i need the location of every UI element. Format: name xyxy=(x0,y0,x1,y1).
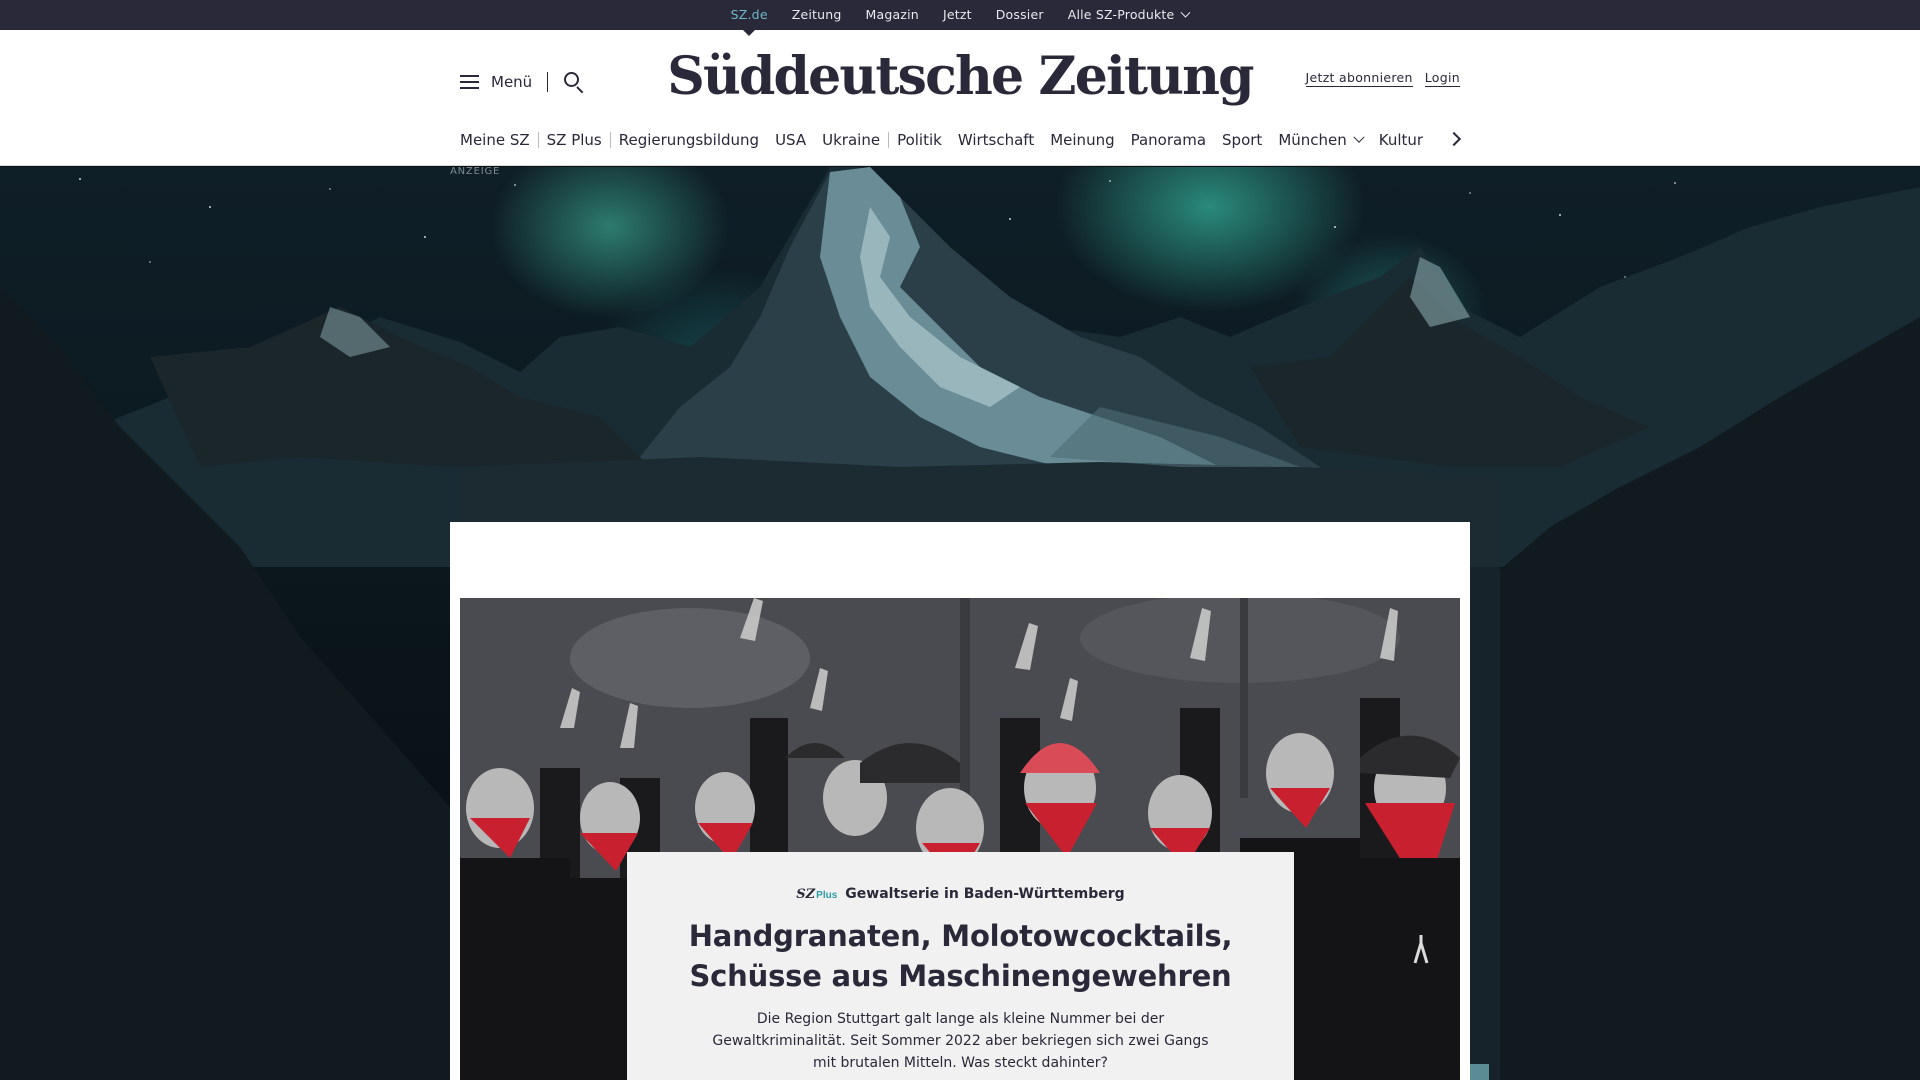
teaser-box[interactable]: SZPlus Gewaltserie in Baden-Württemberg … xyxy=(627,852,1294,1080)
nav-item-sz-plus[interactable]: SZ Plus xyxy=(539,129,610,151)
headline-line-1: Handgranaten, Molotowcocktails, xyxy=(688,919,1233,953)
sz-plus-brand: SZ xyxy=(796,887,816,902)
site-logo[interactable]: Süddeutsche Zeitung xyxy=(0,46,1920,107)
kicker-text: Gewaltserie in Baden-Württemberg xyxy=(845,886,1125,902)
product-bar: SZ.de Zeitung Magazin Jetzt Dossier Alle… xyxy=(0,0,1920,30)
nav-item-muenchen-label: München xyxy=(1278,131,1347,149)
nav-item-meine-sz[interactable]: Meine SZ xyxy=(460,129,538,151)
teaser-kicker: SZPlus Gewaltserie in Baden-Württemberg xyxy=(627,886,1294,902)
products-dropdown-label: Alle SZ-Produkte xyxy=(1067,7,1175,22)
ad-corner-tab[interactable] xyxy=(1470,1064,1489,1080)
nav-item-politik[interactable]: Politik xyxy=(889,129,950,151)
nav-item-regierungsbildung[interactable]: Regierungsbildung xyxy=(611,129,767,151)
teaser-summary: Die Region Stuttgart galt lange als klei… xyxy=(712,1011,1209,1071)
chevron-down-icon xyxy=(1180,7,1191,18)
products-dropdown[interactable]: Alle SZ-Produkte xyxy=(1056,0,1202,30)
nav-item-ukraine[interactable]: Ukraine xyxy=(814,129,888,151)
sz-plus-badge: SZPlus xyxy=(796,887,837,902)
nav-item-muenchen[interactable]: München xyxy=(1270,129,1370,151)
login-link[interactable]: Login xyxy=(1424,70,1460,87)
link-magazin[interactable]: Magazin xyxy=(854,0,931,30)
nav-item-meinung[interactable]: Meinung xyxy=(1042,129,1122,151)
chevron-right-icon[interactable] xyxy=(1446,131,1462,147)
product-links: SZ.de Zeitung Magazin Jetzt Dossier Alle… xyxy=(719,0,1202,30)
nav-item-sport[interactable]: Sport xyxy=(1214,129,1270,151)
nav-item-usa[interactable]: USA xyxy=(767,129,814,151)
link-zeitung[interactable]: Zeitung xyxy=(780,0,854,30)
main-navigation: Meine SZ SZ Plus Regierungsbildung USA U… xyxy=(460,129,1431,151)
ad-label: ANZEIGE xyxy=(450,166,501,177)
sz-plus-label: Plus xyxy=(816,890,838,901)
subscribe-link[interactable]: Jetzt abonnieren xyxy=(1305,70,1413,87)
site-header: Menü Süddeutsche Zeitung Jetzt abonniere… xyxy=(0,30,1920,166)
nav-item-kultur[interactable]: Kultur xyxy=(1371,129,1431,151)
account-links: Jetzt abonnieren Login xyxy=(1305,70,1460,87)
chevron-down-icon xyxy=(1353,131,1365,143)
teaser-headline[interactable]: Handgranaten, Molotowcocktails, Schüsse … xyxy=(627,916,1294,996)
link-sz-de[interactable]: SZ.de xyxy=(719,0,780,30)
nav-item-wirtschaft[interactable]: Wirtschaft xyxy=(950,129,1042,151)
link-jetzt[interactable]: Jetzt xyxy=(931,0,984,30)
teaser-card[interactable]: SZPlus Gewaltserie in Baden-Württemberg … xyxy=(450,522,1470,1080)
link-dossier[interactable]: Dossier xyxy=(984,0,1056,30)
headline-line-2: Schüsse aus Maschinengewehren xyxy=(689,959,1232,993)
nav-item-panorama[interactable]: Panorama xyxy=(1123,129,1214,151)
